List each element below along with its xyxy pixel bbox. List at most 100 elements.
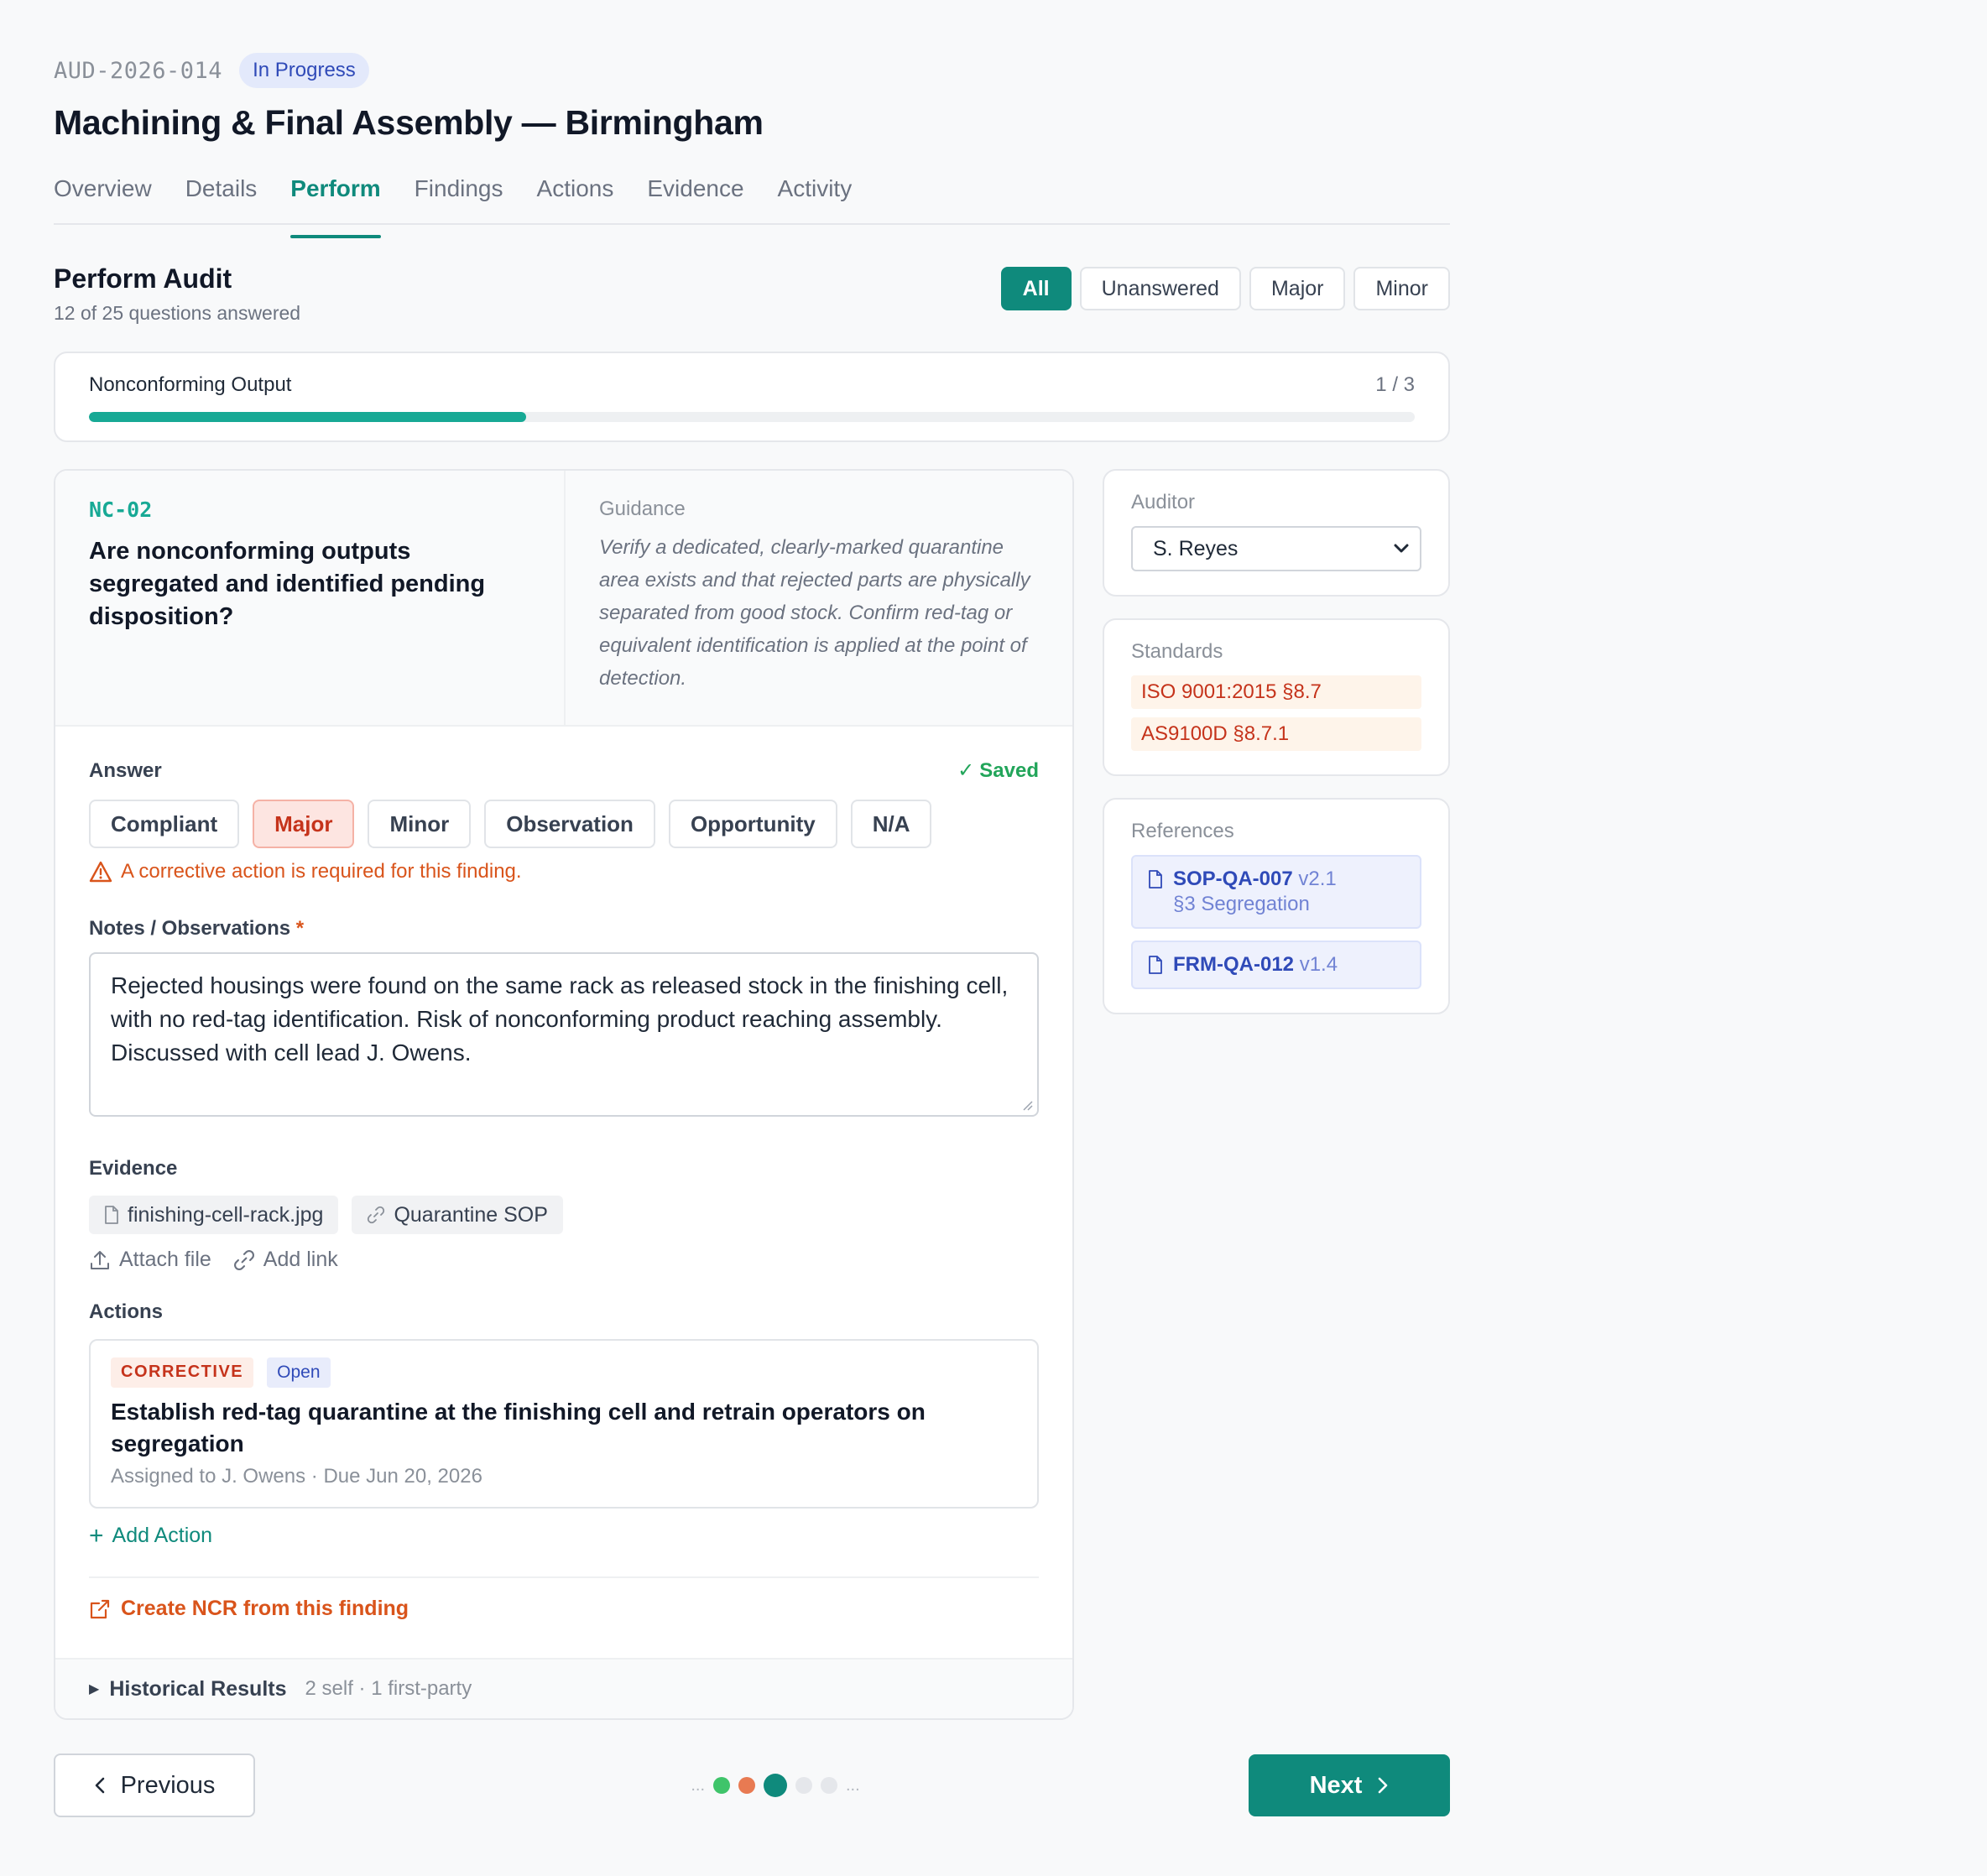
status-badge: In Progress bbox=[239, 53, 369, 88]
document-icon bbox=[1149, 870, 1162, 888]
answer-opportunity-button[interactable]: Opportunity bbox=[668, 800, 837, 848]
document-icon bbox=[1149, 956, 1162, 974]
link-icon bbox=[368, 1206, 385, 1224]
question-pager: ... ... bbox=[691, 1774, 860, 1797]
previous-button[interactable]: Previous bbox=[54, 1754, 255, 1817]
section-header: Perform Audit 12 of 25 questions answere… bbox=[54, 262, 1450, 325]
standard-tag[interactable]: AS9100D §8.7.1 bbox=[1131, 717, 1421, 751]
tab-details[interactable]: Details bbox=[185, 168, 258, 223]
evidence-label: Evidence bbox=[89, 1157, 178, 1180]
create-ncr-link[interactable]: Create NCR from this finding bbox=[89, 1597, 1039, 1658]
section-progress-card: Nonconforming Output 1 / 3 bbox=[54, 352, 1450, 442]
filter-unanswered-button[interactable]: Unanswered bbox=[1079, 267, 1241, 310]
answer-label: Answer bbox=[89, 758, 162, 782]
footer-nav: Previous ... ... Next bbox=[54, 1754, 1450, 1817]
corrective-warning: A corrective action is required for this… bbox=[89, 860, 1039, 883]
action-status-badge: Open bbox=[267, 1357, 331, 1388]
reference-code: SOP-QA-007 bbox=[1173, 868, 1293, 890]
reference-item[interactable]: SOP-QA-007 v2.1 §3 Segregation bbox=[1131, 855, 1421, 929]
answer-minor-button[interactable]: Minor bbox=[368, 800, 472, 848]
answer-options: Compliant Major Minor Observation Opport… bbox=[89, 800, 1039, 848]
tab-perform[interactable]: Perform bbox=[290, 168, 382, 238]
saved-indicator: ✓ Saved bbox=[957, 758, 1039, 783]
add-link-label: Add link bbox=[263, 1248, 338, 1271]
attach-file-button[interactable]: Attach file bbox=[89, 1248, 211, 1272]
add-action-label: Add Action bbox=[112, 1524, 213, 1547]
question-code: NC-02 bbox=[89, 498, 153, 522]
divider bbox=[89, 1576, 1039, 1578]
pager-ellipsis: ... bbox=[691, 1775, 705, 1795]
evidence-chip[interactable]: finishing-cell-rack.jpg bbox=[89, 1196, 339, 1234]
auditor-value: S. Reyes bbox=[1153, 536, 1239, 560]
tab-activity[interactable]: Activity bbox=[778, 168, 853, 223]
audit-header: AUD-2026-014 In Progress bbox=[54, 52, 1450, 89]
page-title: Machining & Final Assembly — Birmingham bbox=[54, 103, 764, 142]
next-button[interactable]: Next bbox=[1249, 1754, 1450, 1816]
actions-label: Actions bbox=[89, 1300, 164, 1323]
external-link-icon bbox=[90, 1599, 110, 1618]
plus-icon: + bbox=[89, 1521, 104, 1550]
check-icon: ✓ bbox=[957, 759, 975, 782]
evidence-chip[interactable]: Quarantine SOP bbox=[352, 1196, 563, 1234]
reference-code: FRM-QA-012 bbox=[1173, 953, 1295, 976]
reference-version: v1.4 bbox=[1299, 953, 1338, 976]
add-link-button[interactable]: Add link bbox=[233, 1248, 338, 1272]
references-card: References SOP-QA-007 v2.1 §3 Segregatio… bbox=[1103, 798, 1450, 1014]
chevron-left-icon bbox=[95, 1777, 104, 1794]
auditor-label: Auditor bbox=[1131, 491, 1196, 513]
create-ncr-label: Create NCR from this finding bbox=[121, 1597, 409, 1620]
add-action-button[interactable]: + Add Action bbox=[89, 1521, 1039, 1550]
notes-textarea[interactable]: Rejected housings were found on the same… bbox=[89, 952, 1039, 1117]
tab-findings[interactable]: Findings bbox=[415, 168, 503, 223]
resize-handle-icon[interactable] bbox=[1020, 1098, 1034, 1112]
action-type-badge: CORRECTIVE bbox=[111, 1357, 254, 1388]
answer-na-button[interactable]: N/A bbox=[850, 800, 932, 848]
standard-tag[interactable]: ISO 9001:2015 §8.7 bbox=[1131, 675, 1421, 709]
standards-label: Standards bbox=[1131, 640, 1223, 663]
guidance-text: Verify a dedicated, clearly-marked quara… bbox=[599, 536, 1030, 690]
pager-dot[interactable] bbox=[821, 1777, 837, 1794]
pager-dot[interactable] bbox=[738, 1777, 755, 1794]
caret-right-icon: ▶ bbox=[89, 1682, 100, 1696]
progress-count: 1 / 3 bbox=[1375, 373, 1415, 396]
notes-label-text: Notes / Observations bbox=[89, 917, 291, 940]
notes-value: Rejected housings were found on the same… bbox=[111, 972, 1009, 1066]
filter-minor-button[interactable]: Minor bbox=[1353, 267, 1450, 310]
section-title: Perform Audit bbox=[54, 263, 232, 294]
action-meta: Assigned to J. Owens · Due Jun 20, 2026 bbox=[111, 1465, 482, 1488]
answer-major-button[interactable]: Major bbox=[253, 800, 355, 848]
tab-evidence[interactable]: Evidence bbox=[647, 168, 743, 223]
filter-major-button[interactable]: Major bbox=[1249, 267, 1346, 310]
filter-all-button[interactable]: All bbox=[1000, 267, 1072, 310]
evidence-name: Quarantine SOP bbox=[394, 1202, 548, 1227]
saved-label: Saved bbox=[979, 758, 1039, 782]
auditor-card: Auditor S. Reyes bbox=[1103, 469, 1450, 597]
auditor-select[interactable]: S. Reyes bbox=[1131, 526, 1421, 571]
question-text: Are nonconforming outputs segregated and… bbox=[89, 538, 486, 630]
historical-results-toggle[interactable]: ▶ Historical Results 2 self · 1 first-pa… bbox=[55, 1658, 1072, 1718]
file-icon bbox=[105, 1206, 118, 1224]
reference-section: §3 Segregation bbox=[1173, 893, 1310, 915]
pager-dot[interactable] bbox=[795, 1777, 812, 1794]
evidence-name: finishing-cell-rack.jpg bbox=[128, 1202, 324, 1227]
warning-text: A corrective action is required for this… bbox=[121, 860, 522, 883]
previous-label: Previous bbox=[120, 1771, 216, 1799]
question-card: NC-02 Are nonconforming outputs segregat… bbox=[54, 469, 1074, 1720]
pager-ellipsis: ... bbox=[846, 1775, 860, 1795]
pager-dot[interactable] bbox=[713, 1777, 730, 1794]
references-label: References bbox=[1131, 820, 1234, 842]
answer-compliant-button[interactable]: Compliant bbox=[89, 800, 240, 848]
audit-page: AUD-2026-014 In Progress Machining & Fin… bbox=[54, 52, 1450, 1817]
tab-overview[interactable]: Overview bbox=[54, 168, 152, 223]
pager-dot-current[interactable] bbox=[764, 1774, 787, 1797]
action-card[interactable]: CORRECTIVE Open Establish red-tag quaran… bbox=[89, 1339, 1039, 1509]
history-title: Historical Results bbox=[109, 1676, 287, 1701]
next-label: Next bbox=[1309, 1771, 1363, 1799]
chevron-right-icon bbox=[1379, 1777, 1388, 1794]
tab-actions[interactable]: Actions bbox=[537, 168, 614, 223]
reference-item[interactable]: FRM-QA-012 v1.4 bbox=[1131, 941, 1421, 989]
standards-card: Standards ISO 9001:2015 §8.7 AS9100D §8.… bbox=[1103, 618, 1450, 776]
progress-fill bbox=[89, 412, 527, 422]
answer-observation-button[interactable]: Observation bbox=[484, 800, 655, 848]
progress-section-label: Nonconforming Output bbox=[89, 373, 292, 396]
